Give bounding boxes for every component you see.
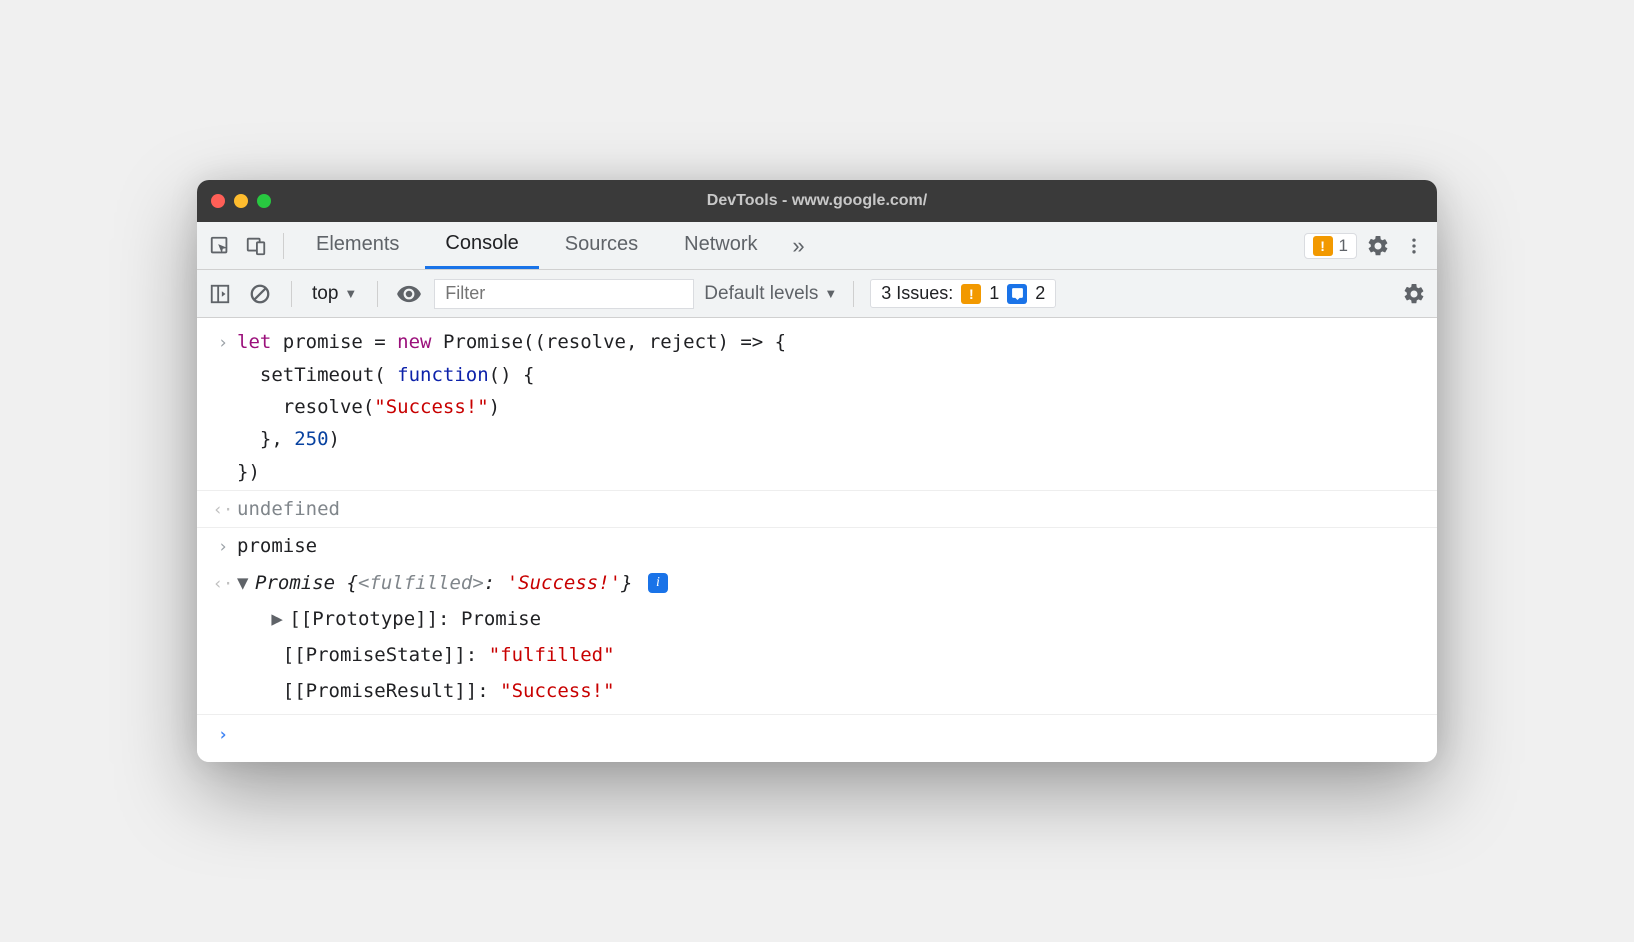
window-minimize-button[interactable] [234, 194, 248, 208]
divider [377, 281, 378, 307]
window-close-button[interactable] [211, 194, 225, 208]
log-levels-selector[interactable]: Default levels ▼ [704, 283, 837, 305]
clear-console-icon[interactable] [245, 279, 275, 309]
object-property-row: [[PromiseResult]]: "Success!" [197, 673, 1437, 709]
warning-count: 1 [1339, 236, 1348, 256]
chevron-down-icon: ▼ [824, 286, 837, 301]
toggle-drawer-icon[interactable] [205, 279, 235, 309]
live-expression-icon[interactable] [394, 279, 424, 309]
console-prompt-row[interactable]: › [197, 714, 1437, 752]
issues-info-count: 2 [1035, 283, 1045, 304]
divider [853, 281, 854, 307]
tab-elements[interactable]: Elements [296, 222, 419, 269]
window-title: DevTools - www.google.com/ [197, 192, 1437, 210]
execution-context-selector[interactable]: top ▼ [308, 283, 361, 305]
traffic-lights [211, 194, 271, 208]
expand-toggle-icon[interactable]: ▶ [271, 603, 285, 635]
return-undefined: undefined [237, 493, 1425, 525]
devtools-window: DevTools - www.google.com/ Elements Cons… [197, 180, 1437, 761]
warning-icon: ! [961, 284, 981, 304]
issues-label: 3 Issues: [881, 283, 953, 304]
prompt-chevron-icon: › [209, 721, 237, 750]
input-chevron-icon: › [209, 329, 237, 358]
output-chevron-icon: ‹· [209, 496, 237, 525]
issues-counter[interactable]: 3 Issues: ! 1 2 [870, 279, 1056, 308]
filter-input[interactable] [434, 279, 694, 309]
window-zoom-button[interactable] [257, 194, 271, 208]
main-tabbar: Elements Console Sources Network » ! 1 [197, 222, 1437, 270]
warning-icon: ! [1313, 236, 1333, 256]
input-chevron-icon: › [209, 533, 237, 562]
console-output: › let promise = new Promise((resolve, re… [197, 318, 1437, 761]
kebab-menu-icon[interactable] [1399, 231, 1429, 261]
promise-result[interactable]: ▼Promise {<fulfilled>: 'Success!'} i [237, 567, 1425, 599]
console-settings-icon[interactable] [1399, 279, 1429, 309]
code-input: promise [237, 530, 1425, 562]
console-input-row[interactable]: › let promise = new Promise((resolve, re… [197, 324, 1437, 489]
console-warning-badge[interactable]: ! 1 [1304, 233, 1357, 259]
chevron-down-icon: ▼ [344, 286, 357, 301]
info-icon[interactable]: i [648, 573, 668, 593]
expand-toggle-icon[interactable]: ▼ [237, 567, 251, 599]
console-toolbar: top ▼ Default levels ▼ 3 Issues: ! 1 2 [197, 270, 1437, 318]
object-property-row: [[PromiseState]]: "fulfilled" [197, 637, 1437, 673]
code-snippet: let promise = new Promise((resolve, reje… [237, 326, 1425, 487]
divider [291, 281, 292, 307]
divider [283, 233, 284, 259]
device-toolbar-icon[interactable] [241, 231, 271, 261]
console-output-row: ‹· undefined [197, 490, 1437, 528]
context-label: top [312, 283, 338, 305]
object-property-row[interactable]: ▶[[Prototype]]: Promise [197, 601, 1437, 637]
output-chevron-icon: ‹· [209, 570, 237, 599]
levels-label: Default levels [704, 283, 818, 305]
tab-sources[interactable]: Sources [545, 222, 658, 269]
console-output-row: ‹· ▼Promise {<fulfilled>: 'Success!'} i [197, 565, 1437, 601]
issues-warn-count: 1 [989, 283, 999, 304]
info-icon [1007, 284, 1027, 304]
tab-console[interactable]: Console [425, 222, 538, 269]
titlebar: DevTools - www.google.com/ [197, 180, 1437, 222]
more-tabs-icon[interactable]: » [784, 231, 814, 261]
console-input-row[interactable]: › promise [197, 528, 1437, 564]
inspect-element-icon[interactable] [205, 231, 235, 261]
tab-network[interactable]: Network [664, 222, 777, 269]
settings-icon[interactable] [1363, 231, 1393, 261]
